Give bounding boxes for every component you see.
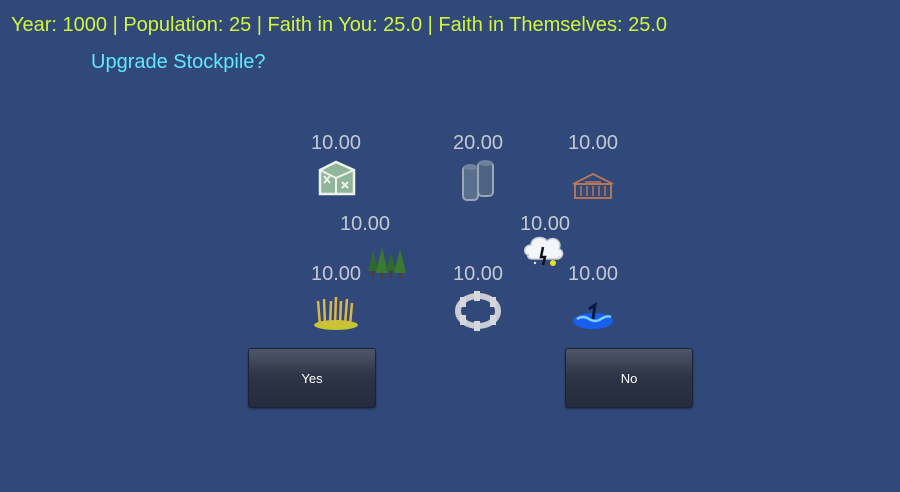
resource-value: 10.00 [519, 213, 571, 235]
yes-button[interactable]: Yes [248, 348, 376, 408]
water-icon [573, 301, 613, 329]
wheat-icon [314, 296, 358, 330]
no-button[interactable]: No [565, 348, 693, 408]
resource-value: 10.00 [567, 132, 619, 154]
resource-value: 20.00 [452, 132, 504, 154]
stone-ring-icon [455, 291, 501, 331]
resource-value: 10.00 [567, 263, 619, 285]
resource-value: 10.00 [310, 132, 362, 154]
building-icon [572, 172, 614, 199]
resource-wheat: 10.00 [291, 263, 381, 333]
resource-water: 10.00 [548, 263, 638, 333]
resource-building: 10.00 [548, 132, 638, 202]
resource-hut: 10.00 [291, 132, 381, 202]
status-bar: Year: 1000 | Population: 25 | Faith in Y… [11, 14, 668, 36]
upgrade-prompt: Upgrade Stockpile? [91, 51, 266, 73]
resource-stone-ring: 10.00 [433, 263, 523, 333]
resource-barrels: 20.00 [433, 132, 523, 202]
resource-value: 10.00 [452, 263, 504, 285]
resource-value: 10.00 [339, 213, 391, 235]
barrels-icon [462, 160, 494, 201]
resource-value: 10.00 [310, 263, 362, 285]
hut-icon [318, 160, 356, 196]
